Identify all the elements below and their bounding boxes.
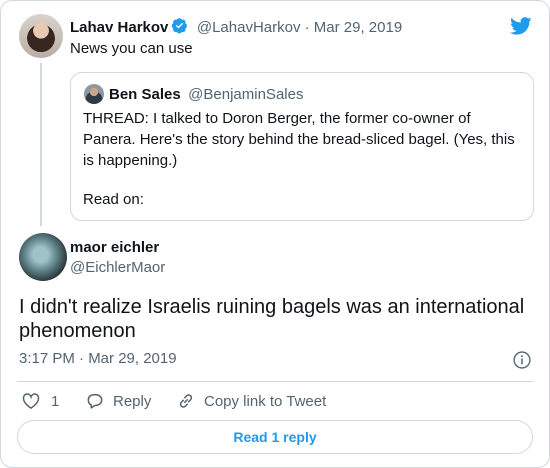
thread-line: [40, 63, 42, 226]
parent-header: Lahav Harkov @LahavHarkov · Mar 29, 2019: [70, 17, 402, 37]
parent-tweet-text: News you can use: [70, 40, 193, 57]
main-handle[interactable]: @EichlerMaor: [70, 259, 165, 276]
twitter-bird-icon[interactable]: [509, 15, 533, 37]
quoted-text-line-4: Read on:: [83, 191, 144, 208]
divider: [17, 381, 533, 382]
quoted-text-line-2: Panera. Here's the story behind the brea…: [83, 131, 515, 148]
parent-handle-date[interactable]: @LahavHarkov · Mar 29, 2019: [197, 19, 402, 36]
quoted-text-line-3: is happening.): [83, 152, 178, 169]
main-author-name[interactable]: maor eichler: [70, 239, 159, 256]
reply-label: Reply: [113, 392, 152, 410]
quoted-author-name: Ben Sales: [109, 86, 181, 103]
copy-link-button[interactable]: Copy link to Tweet: [176, 390, 326, 412]
copy-link-label: Copy link to Tweet: [204, 392, 327, 410]
parent-author-name[interactable]: Lahav Harkov: [70, 19, 168, 36]
link-icon: [179, 394, 193, 408]
main-avatar[interactable]: [19, 233, 67, 281]
quoted-handle: @BenjaminSales: [188, 86, 304, 103]
parent-avatar[interactable]: [19, 14, 63, 58]
verified-icon: [172, 18, 188, 34]
quoted-avatar: [84, 84, 104, 104]
like-button[interactable]: 1: [21, 390, 59, 412]
tweet-timestamp[interactable]: 3:17 PM · Mar 29, 2019: [19, 350, 177, 367]
info-icon[interactable]: [512, 350, 532, 370]
main-tweet-text: I didn't realize Israelis ruining bagels…: [19, 296, 525, 342]
like-count: 1: [51, 392, 60, 410]
heart-icon: [22, 393, 40, 409]
tweet-card: Lahav Harkov @LahavHarkov · Mar 29, 2019…: [0, 0, 550, 468]
quoted-header: Ben Sales @BenjaminSales: [109, 86, 303, 104]
read-replies-button[interactable]: Read 1 reply: [17, 420, 533, 454]
reply-button[interactable]: Reply: [85, 390, 151, 412]
reply-icon: [87, 394, 103, 409]
quoted-text-line-1: THREAD: I talked to Doron Berger, the fo…: [83, 110, 471, 127]
